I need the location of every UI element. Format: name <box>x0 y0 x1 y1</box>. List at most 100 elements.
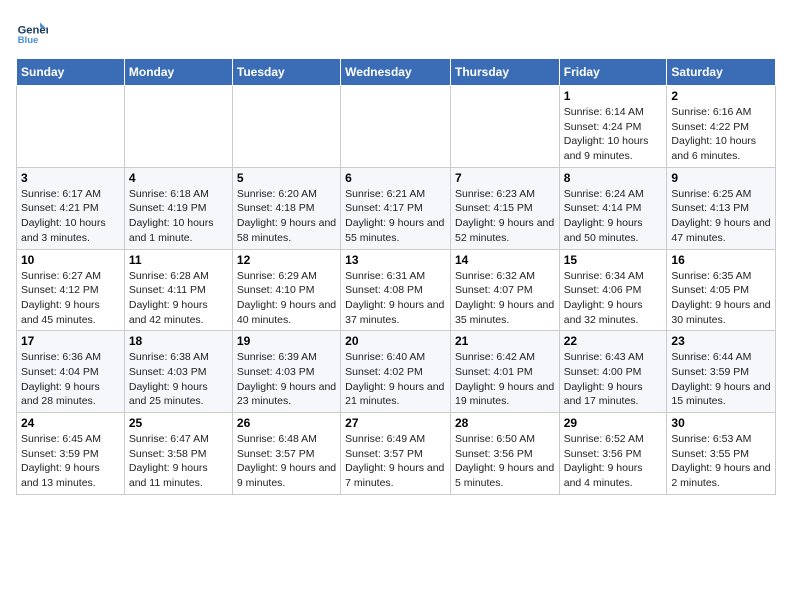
day-number: 25 <box>129 416 228 430</box>
day-info: Sunrise: 6:16 AM Sunset: 4:22 PM Dayligh… <box>671 105 771 164</box>
svg-text:Blue: Blue <box>18 35 39 46</box>
day-number: 27 <box>345 416 446 430</box>
day-number: 29 <box>564 416 663 430</box>
day-info: Sunrise: 6:49 AM Sunset: 3:57 PM Dayligh… <box>345 432 446 491</box>
calendar-cell: 27 Sunrise: 6:49 AM Sunset: 3:57 PM Dayli… <box>341 413 451 495</box>
calendar-cell: 24 Sunrise: 6:45 AM Sunset: 3:59 PM Dayli… <box>17 413 125 495</box>
calendar-cell <box>17 86 125 168</box>
day-number: 23 <box>671 334 771 348</box>
day-number: 12 <box>237 253 336 267</box>
day-number: 19 <box>237 334 336 348</box>
calendar-cell: 19 Sunrise: 6:39 AM Sunset: 4:03 PM Dayli… <box>232 331 340 413</box>
day-info: Sunrise: 6:45 AM Sunset: 3:59 PM Dayligh… <box>21 432 120 491</box>
day-number: 10 <box>21 253 120 267</box>
calendar-cell <box>124 86 232 168</box>
day-info: Sunrise: 6:48 AM Sunset: 3:57 PM Dayligh… <box>237 432 336 491</box>
calendar-cell: 23 Sunrise: 6:44 AM Sunset: 3:59 PM Dayli… <box>667 331 776 413</box>
calendar-cell: 8Sunrise: 6:24 AM Sunset: 4:14 PM Daylig… <box>559 167 667 249</box>
calendar-cell: 29 Sunrise: 6:52 AM Sunset: 3:56 PM Dayli… <box>559 413 667 495</box>
calendar-cell: 2 Sunrise: 6:16 AM Sunset: 4:22 PM Daylig… <box>667 86 776 168</box>
day-info: Sunrise: 6:28 AM Sunset: 4:11 PM Dayligh… <box>129 269 228 328</box>
day-info: Sunrise: 6:40 AM Sunset: 4:02 PM Dayligh… <box>345 350 446 409</box>
day-info: Sunrise: 6:20 AM Sunset: 4:18 PM Dayligh… <box>237 187 336 246</box>
calendar-cell: 3Sunrise: 6:17 AM Sunset: 4:21 PM Daylig… <box>17 167 125 249</box>
day-number: 16 <box>671 253 771 267</box>
calendar-cell: 22Sunrise: 6:43 AM Sunset: 4:00 PM Dayli… <box>559 331 667 413</box>
calendar-cell: 17 Sunrise: 6:36 AM Sunset: 4:04 PM Dayli… <box>17 331 125 413</box>
calendar-header-row: SundayMondayTuesdayWednesdayThursdayFrid… <box>17 59 776 86</box>
day-number: 9 <box>671 171 771 185</box>
day-number: 4 <box>129 171 228 185</box>
calendar-cell: 5 Sunrise: 6:20 AM Sunset: 4:18 PM Daylig… <box>232 167 340 249</box>
calendar-week-1: 1Sunrise: 6:14 AM Sunset: 4:24 PM Daylig… <box>17 86 776 168</box>
col-header-thursday: Thursday <box>450 59 559 86</box>
col-header-saturday: Saturday <box>667 59 776 86</box>
calendar-cell: 14 Sunrise: 6:32 AM Sunset: 4:07 PM Dayli… <box>450 249 559 331</box>
day-number: 2 <box>671 89 771 103</box>
calendar-cell: 11 Sunrise: 6:28 AM Sunset: 4:11 PM Dayli… <box>124 249 232 331</box>
calendar-cell <box>232 86 340 168</box>
day-number: 24 <box>21 416 120 430</box>
day-info: Sunrise: 6:36 AM Sunset: 4:04 PM Dayligh… <box>21 350 120 409</box>
calendar-cell: 28 Sunrise: 6:50 AM Sunset: 3:56 PM Dayli… <box>450 413 559 495</box>
calendar-cell: 20 Sunrise: 6:40 AM Sunset: 4:02 PM Dayli… <box>341 331 451 413</box>
calendar-week-3: 10 Sunrise: 6:27 AM Sunset: 4:12 PM Dayli… <box>17 249 776 331</box>
day-number: 14 <box>455 253 555 267</box>
day-info: Sunrise: 6:39 AM Sunset: 4:03 PM Dayligh… <box>237 350 336 409</box>
calendar-week-5: 24 Sunrise: 6:45 AM Sunset: 3:59 PM Dayli… <box>17 413 776 495</box>
calendar-week-4: 17 Sunrise: 6:36 AM Sunset: 4:04 PM Dayli… <box>17 331 776 413</box>
page-header: General Blue <box>16 16 776 48</box>
calendar-table: SundayMondayTuesdayWednesdayThursdayFrid… <box>16 58 776 495</box>
calendar-cell: 1Sunrise: 6:14 AM Sunset: 4:24 PM Daylig… <box>559 86 667 168</box>
calendar-cell: 21Sunrise: 6:42 AM Sunset: 4:01 PM Dayli… <box>450 331 559 413</box>
calendar-cell: 18 Sunrise: 6:38 AM Sunset: 4:03 PM Dayli… <box>124 331 232 413</box>
day-info: Sunrise: 6:17 AM Sunset: 4:21 PM Dayligh… <box>21 187 120 246</box>
calendar-cell: 26 Sunrise: 6:48 AM Sunset: 3:57 PM Dayli… <box>232 413 340 495</box>
day-info: Sunrise: 6:38 AM Sunset: 4:03 PM Dayligh… <box>129 350 228 409</box>
day-info: Sunrise: 6:23 AM Sunset: 4:15 PM Dayligh… <box>455 187 555 246</box>
day-number: 26 <box>237 416 336 430</box>
col-header-friday: Friday <box>559 59 667 86</box>
calendar-cell <box>341 86 451 168</box>
day-info: Sunrise: 6:44 AM Sunset: 3:59 PM Dayligh… <box>671 350 771 409</box>
day-number: 6 <box>345 171 446 185</box>
day-number: 30 <box>671 416 771 430</box>
day-info: Sunrise: 6:31 AM Sunset: 4:08 PM Dayligh… <box>345 269 446 328</box>
col-header-monday: Monday <box>124 59 232 86</box>
day-number: 21 <box>455 334 555 348</box>
calendar-cell: 4 Sunrise: 6:18 AM Sunset: 4:19 PM Daylig… <box>124 167 232 249</box>
day-info: Sunrise: 6:50 AM Sunset: 3:56 PM Dayligh… <box>455 432 555 491</box>
day-number: 15 <box>564 253 663 267</box>
logo: General Blue <box>16 16 52 48</box>
day-info: Sunrise: 6:52 AM Sunset: 3:56 PM Dayligh… <box>564 432 663 491</box>
day-number: 8 <box>564 171 663 185</box>
calendar-cell: 30 Sunrise: 6:53 AM Sunset: 3:55 PM Dayli… <box>667 413 776 495</box>
day-info: Sunrise: 6:34 AM Sunset: 4:06 PM Dayligh… <box>564 269 663 328</box>
day-number: 18 <box>129 334 228 348</box>
day-info: Sunrise: 6:29 AM Sunset: 4:10 PM Dayligh… <box>237 269 336 328</box>
day-info: Sunrise: 6:27 AM Sunset: 4:12 PM Dayligh… <box>21 269 120 328</box>
col-header-tuesday: Tuesday <box>232 59 340 86</box>
col-header-wednesday: Wednesday <box>341 59 451 86</box>
logo-icon: General Blue <box>16 16 48 48</box>
calendar-cell: 15 Sunrise: 6:34 AM Sunset: 4:06 PM Dayli… <box>559 249 667 331</box>
day-info: Sunrise: 6:32 AM Sunset: 4:07 PM Dayligh… <box>455 269 555 328</box>
calendar-cell: 12 Sunrise: 6:29 AM Sunset: 4:10 PM Dayli… <box>232 249 340 331</box>
day-number: 20 <box>345 334 446 348</box>
day-number: 7 <box>455 171 555 185</box>
day-number: 13 <box>345 253 446 267</box>
calendar-cell: 16Sunrise: 6:35 AM Sunset: 4:05 PM Dayli… <box>667 249 776 331</box>
calendar-cell: 7 Sunrise: 6:23 AM Sunset: 4:15 PM Daylig… <box>450 167 559 249</box>
day-number: 28 <box>455 416 555 430</box>
day-info: Sunrise: 6:21 AM Sunset: 4:17 PM Dayligh… <box>345 187 446 246</box>
day-number: 5 <box>237 171 336 185</box>
day-number: 11 <box>129 253 228 267</box>
calendar-week-2: 3Sunrise: 6:17 AM Sunset: 4:21 PM Daylig… <box>17 167 776 249</box>
day-info: Sunrise: 6:18 AM Sunset: 4:19 PM Dayligh… <box>129 187 228 246</box>
day-info: Sunrise: 6:53 AM Sunset: 3:55 PM Dayligh… <box>671 432 771 491</box>
calendar-cell: 6 Sunrise: 6:21 AM Sunset: 4:17 PM Daylig… <box>341 167 451 249</box>
day-number: 17 <box>21 334 120 348</box>
day-number: 22 <box>564 334 663 348</box>
day-number: 1 <box>564 89 663 103</box>
calendar-cell <box>450 86 559 168</box>
